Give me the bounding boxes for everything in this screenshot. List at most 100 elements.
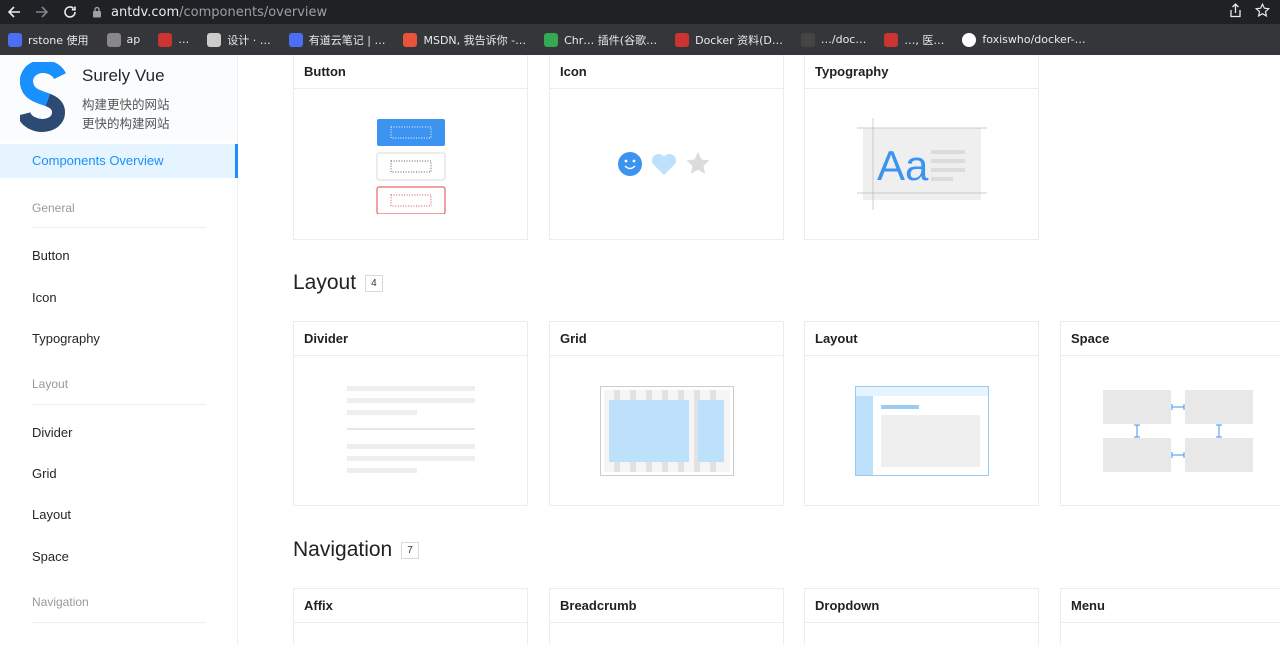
card-title: Grid: [550, 322, 783, 356]
star-icon[interactable]: [1255, 3, 1270, 18]
reload-icon: [64, 6, 76, 18]
typography-preview: Aa: [805, 89, 1038, 239]
sidebar-item-button[interactable]: Button: [0, 248, 238, 263]
section-title-text: Layout: [293, 271, 357, 294]
bookmark-item[interactable]: Docker 资料(D…: [667, 24, 793, 55]
section-title-text: Navigation: [293, 538, 393, 561]
forward-button[interactable]: [28, 0, 56, 24]
bookmark-item[interactable]: Chr… 插件(谷歌…: [536, 24, 667, 55]
bookmark-label: 有道云笔记 | …: [308, 33, 386, 47]
bookmark-favicon-icon: [106, 32, 121, 47]
component-card-dropdown[interactable]: Dropdown: [804, 588, 1039, 645]
sidebar-item-space[interactable]: Space: [0, 549, 238, 564]
card-title: Breadcrumb: [550, 589, 783, 623]
bookmark-label: …/doc…: [820, 33, 867, 46]
layout-preview: [805, 356, 1038, 506]
sidebar-item-divider[interactable]: Divider: [0, 425, 238, 440]
component-card-icon[interactable]: Icon: [549, 55, 784, 240]
brand-header[interactable]: Surely Vue 构建更快的网站 更快的构建网站: [0, 55, 237, 141]
layout-illustration: [854, 386, 989, 476]
sidebar-group-layout: Layout: [32, 377, 69, 391]
bookmark-item[interactable]: ap: [99, 24, 151, 55]
bookmark-label: …, 医…: [904, 33, 945, 47]
bookmark-label: …: [178, 33, 190, 46]
space-preview: [1061, 356, 1280, 506]
bookmark-favicon-icon: [8, 32, 22, 47]
divider: [32, 622, 206, 623]
bookmark-item[interactable]: 设计 · …: [199, 24, 281, 55]
card-title: Space: [1061, 322, 1280, 356]
card-title: Typography: [805, 55, 1038, 89]
sidebar-item-layout[interactable]: Layout: [0, 507, 238, 522]
component-card-menu[interactable]: Menu: [1060, 588, 1280, 645]
divider-preview: [294, 356, 527, 506]
back-button[interactable]: [0, 0, 28, 24]
button-illustration: [376, 119, 445, 214]
brand-title: Surely Vue: [82, 66, 165, 85]
share-icon[interactable]: [1228, 3, 1243, 18]
bookmark-favicon-icon: [800, 32, 815, 47]
bookmark-label: Chr… 插件(谷歌…: [564, 33, 658, 47]
bookmark-favicon-icon: [544, 32, 559, 47]
svg-text:Aa: Aa: [877, 142, 929, 189]
component-card-affix[interactable]: Affix: [293, 588, 528, 645]
divider-illustration: [346, 386, 475, 473]
button-preview: [294, 89, 527, 239]
card-title: Affix: [294, 589, 527, 623]
card-title: Layout: [805, 322, 1038, 356]
sidebar-group-general: General: [32, 201, 75, 215]
bookmark-item[interactable]: 有道云笔记 | …: [281, 24, 396, 55]
bookmark-item[interactable]: MSDN, 我告诉你 -…: [395, 24, 536, 55]
bookmark-label: ap: [126, 33, 141, 46]
component-card-divider[interactable]: Divider: [293, 321, 528, 506]
address-bar[interactable]: antdv.com/components/overview: [92, 5, 327, 20]
bookmark-item[interactable]: …: [150, 24, 199, 55]
component-card-layout[interactable]: Layout: [804, 321, 1039, 506]
card-title: Button: [294, 55, 527, 89]
bookmark-label: Docker 资料(D…: [695, 33, 783, 47]
reload-button[interactable]: [56, 0, 84, 24]
bookmark-item[interactable]: rstone 使用: [0, 24, 99, 55]
lock-icon: [93, 6, 101, 18]
bookmark-favicon-icon: [675, 32, 690, 47]
bookmark-favicon-icon: [288, 32, 303, 47]
sidebar-item-typography[interactable]: Typography: [0, 331, 238, 346]
brand-subtitle-1: 构建更快的网站: [82, 97, 170, 112]
grid-illustration: [599, 386, 734, 476]
url-path: /components/overview: [179, 4, 328, 20]
bookmark-item[interactable]: foxiswho/docker-…: [954, 24, 1095, 55]
sidebar: Surely Vue 构建更快的网站 更快的构建网站 Components Ov…: [0, 55, 238, 645]
bookmark-item[interactable]: …, 医…: [876, 24, 954, 55]
arrow-right-icon: [36, 6, 49, 18]
section-title-layout: Layout 4: [293, 271, 383, 295]
sidebar-group-navigation: Navigation: [32, 595, 89, 609]
card-title: Divider: [294, 322, 527, 356]
bookmark-item[interactable]: …/doc…: [793, 24, 876, 55]
sidebar-item-icon[interactable]: Icon: [0, 290, 238, 305]
bookmark-favicon-icon: [207, 32, 222, 47]
count-badge: 7: [401, 541, 419, 559]
section-title-navigation: Navigation 7: [293, 538, 419, 562]
icon-preview: [550, 89, 783, 239]
icon-illustration: [617, 152, 709, 176]
bookmark-favicon-icon: [158, 32, 173, 47]
bookmark-label: rstone 使用: [28, 33, 89, 47]
bookmarks-bar: rstone 使用 ap … 设计 · … 有道云笔记 | … MSDN, 我告诉你 -……: [0, 24, 1280, 55]
browser-toolbar: antdv.com/components/overview: [0, 0, 1280, 24]
sidebar-item-grid[interactable]: Grid: [0, 466, 238, 481]
arrow-left-icon: [7, 6, 20, 18]
typography-illustration: Aa: [856, 118, 987, 210]
sidebar-item-components-overview[interactable]: Components Overview: [0, 144, 238, 178]
component-card-breadcrumb[interactable]: Breadcrumb: [549, 588, 784, 645]
component-card-grid[interactable]: Grid: [549, 321, 784, 506]
space-illustration: [1103, 390, 1253, 472]
surely-logo-icon: [20, 62, 66, 132]
bookmark-label: foxiswho/docker-…: [982, 33, 1086, 46]
brand-subtitle-2: 更快的构建网站: [82, 116, 170, 131]
bookmark-label: MSDN, 我告诉你 -…: [423, 33, 527, 47]
divider: [32, 404, 206, 405]
component-card-space[interactable]: Space: [1060, 321, 1280, 506]
component-card-button[interactable]: Button: [293, 55, 528, 240]
bookmark-label: 设计 · …: [227, 33, 271, 47]
component-card-typography[interactable]: Typography Aa: [804, 55, 1039, 240]
